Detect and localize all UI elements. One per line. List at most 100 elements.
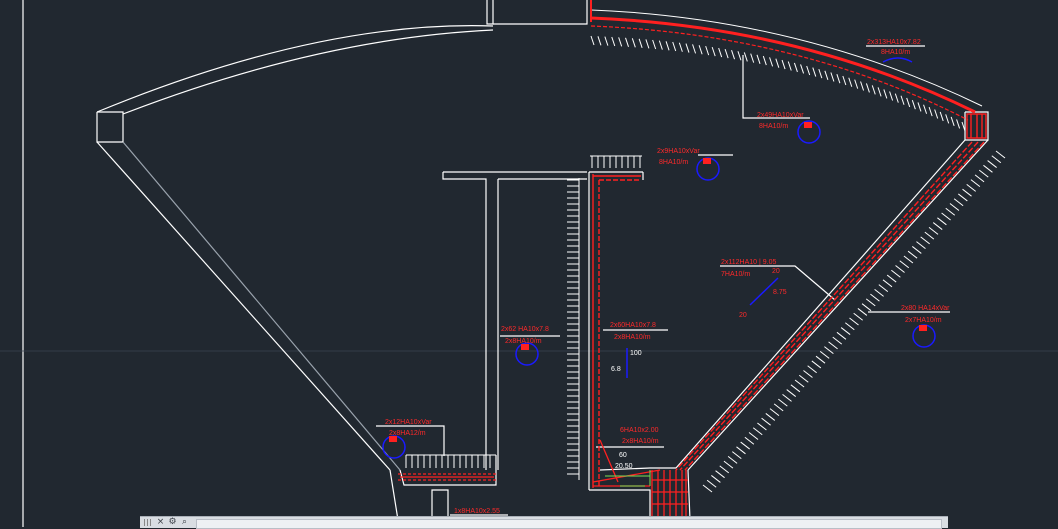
hatch-tick [974,174,985,183]
hatch-tick [727,455,738,464]
hatch-tick [891,269,901,278]
hatch-tick [790,384,801,393]
command-input[interactable] [196,519,942,529]
label-inner-left-1: 2x62 HA10x7.8 [501,326,549,333]
hatch-tick [928,106,933,117]
hatch-tick [882,279,893,288]
hatch-tick [916,241,926,250]
hatch-tick [731,50,736,60]
hatch-tick [983,164,993,173]
hatch-tick [923,104,928,114]
hatch-tick [854,79,859,89]
hatch-tick [645,39,650,49]
dim-cone-b: 8.75 [773,289,787,296]
hatch-tick [604,36,609,46]
ring-beam-rebar [966,113,987,139]
close-icon[interactable]: × [156,518,165,527]
hatch-tick [769,408,780,417]
hatch-tick [842,75,847,86]
hatch-tick [731,451,742,459]
hatch-tick [906,97,911,108]
hatch-tick [590,35,595,46]
hatch-tick [740,441,750,450]
hatch-tick [953,198,964,207]
hatch-tick [736,446,746,455]
hatch-tick [757,422,767,431]
dim-base-b: 20.50 [615,463,633,470]
label-base-right-2: 2x8HA10/m [622,438,659,445]
label-base-left-2: 2x8HA12/m [389,430,426,437]
hatch-tick [939,111,944,122]
hatch-tick [857,308,868,316]
dimension-marks [626,57,913,378]
label-cone-1: 2x112HA10 | 9.05 [721,259,777,266]
hatch-tick [836,74,841,84]
hatch-tick [824,346,834,355]
hatch-tick [849,317,859,326]
hatch-tick [895,265,905,273]
hatch-tick [611,36,616,47]
hatch-tick [631,38,636,48]
hatch-tick [652,39,657,50]
label-bottom-1: 1x8HA10x2.55 [454,508,500,515]
label-base-right-1: 6HA10x2.00 [620,427,659,434]
hatch-tick [815,355,826,364]
hatch-tick [941,212,951,221]
hatch-tick [836,331,847,340]
hatch-tick [865,83,870,93]
hatch-tick [950,116,955,127]
base-rebar-right [592,439,688,521]
hatch-tick [762,55,767,66]
hatch-tick [920,236,930,245]
search-icon[interactable]: ⌕ [180,518,189,527]
dim-cone-a: 20 [772,268,780,275]
label-inner-left-2: 2x8HA10/m [505,338,542,345]
hatch-tick [899,260,910,269]
hatch-tick [830,72,835,82]
hatch-tick [706,479,717,488]
base-hatch-ticks [405,455,491,468]
hatch-tick [781,59,786,70]
hatch-tick [865,298,876,307]
hatch-tick [991,155,1002,164]
hatch-tick [978,169,989,178]
hatch-tick [618,37,623,47]
dim-cone-c: 20 [739,312,747,319]
label-top-2: 8HA10/m [659,159,688,166]
inner-wall-hatch [567,178,580,480]
hatch-tick [773,403,784,412]
label-cone-right-2: 2x7HA10/m [905,317,942,324]
hatch-tick [824,70,829,80]
hatch-tick [845,322,855,331]
hatch-tick [877,87,882,97]
label-top-1: 2x9HA10xVar [657,148,700,155]
hatch-tick [769,57,774,67]
hatch-tick [886,274,897,283]
hatch-tick [934,109,939,119]
grip-icon[interactable] [144,519,152,526]
hatch-tick [715,470,725,479]
hatch-tick [672,41,677,52]
hatch-tick [806,65,811,76]
drawing-canvas[interactable]: 2x313HA10x7.82 8HA10/m 2x49HA10xVar 8HA1… [0,0,1058,527]
label-roof-2: 8HA10/m [881,49,910,56]
dim-wall-b: 6.8 [611,366,621,373]
command-line-bar[interactable]: × ⚙ ⌕ [140,516,948,529]
hatch-tick [958,193,968,202]
hatch-tick [911,100,916,110]
hatch-tick [932,222,943,230]
label-roof-1: 2x313HA10x7.82 [867,39,921,46]
hatch-tick [911,246,922,254]
wrench-icon[interactable]: ⚙ [168,518,177,527]
hatch-tick [692,44,697,54]
hatch-tick [853,312,863,321]
hatch-tick [702,484,713,493]
hatch-tick [698,45,703,55]
hatch-tick [803,370,813,378]
hatch-tick [907,250,918,259]
hatch-tick [665,41,670,51]
top-slab-hatch [590,155,642,168]
hatch-tick [794,379,805,388]
hatch-tick [625,37,629,47]
hatch-tick [793,62,798,73]
